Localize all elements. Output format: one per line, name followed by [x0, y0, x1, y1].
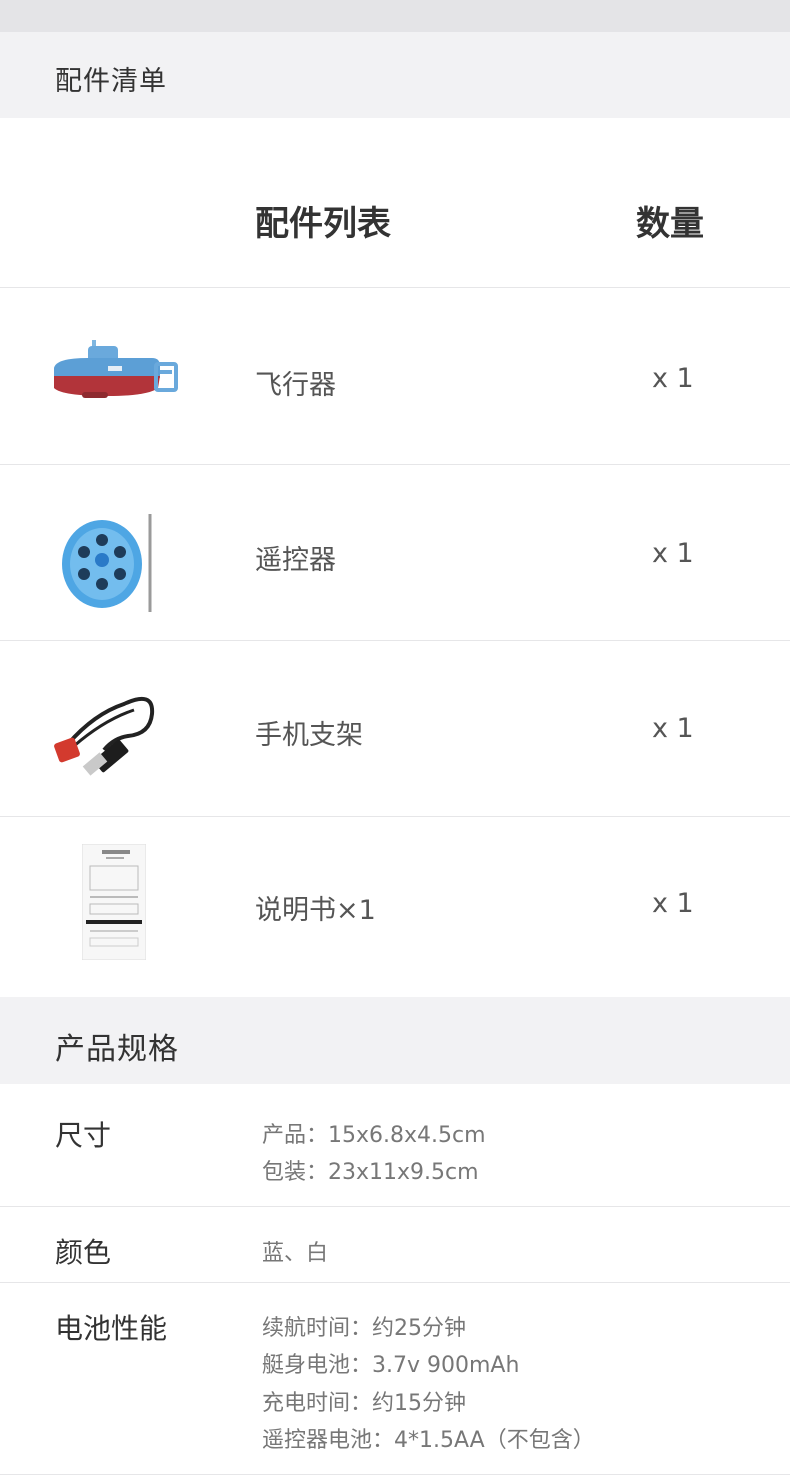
spec-value: 包装：23x11x9.5cm — [262, 1160, 479, 1185]
accessory-qty: x 1 — [652, 888, 694, 919]
section-title: 产品规格 — [55, 1032, 179, 1067]
spec-label-color: 颜色 — [55, 1236, 112, 1269]
accessory-name: 飞行器 — [255, 370, 336, 401]
spec-label-battery: 电池性能 — [55, 1312, 168, 1345]
submarine-icon — [48, 336, 180, 412]
divider — [0, 640, 790, 641]
spec-value: 充电时间：约15分钟 — [262, 1391, 466, 1416]
accessory-name: 遥控器 — [255, 545, 336, 576]
usb-cable-icon — [54, 684, 164, 780]
manual-icon — [81, 843, 147, 964]
specs-section-header: 产品规格 — [0, 997, 790, 1084]
section-title: 配件清单 — [55, 66, 167, 97]
accessory-qty: x 1 — [652, 713, 694, 744]
top-bar — [0, 0, 790, 32]
divider — [0, 1474, 790, 1475]
accessory-name: 说明书×1 — [255, 895, 376, 926]
spec-value: 产品：15x6.8x4.5cm — [262, 1123, 486, 1148]
accessory-name: 手机支架 — [255, 720, 363, 751]
accessories-section-header: 配件清单 — [0, 32, 790, 118]
spec-value: 续航时间：约25分钟 — [262, 1316, 466, 1341]
column-header-name: 配件列表 — [255, 204, 391, 244]
remote-control-icon — [60, 510, 160, 620]
divider — [0, 1282, 790, 1283]
spec-label-size: 尺寸 — [55, 1119, 112, 1152]
accessory-qty: x 1 — [652, 538, 694, 569]
spec-value: 艇身电池：3.7v 900mAh — [262, 1353, 520, 1378]
divider — [0, 287, 790, 288]
spec-value: 遥控器电池：4*1.5AA（不包含） — [262, 1428, 595, 1453]
accessory-qty: x 1 — [652, 363, 694, 394]
divider — [0, 1206, 790, 1207]
spec-value: 蓝、白 — [262, 1241, 329, 1266]
divider — [0, 464, 790, 465]
divider — [0, 816, 790, 817]
column-header-qty: 数量 — [636, 204, 704, 244]
